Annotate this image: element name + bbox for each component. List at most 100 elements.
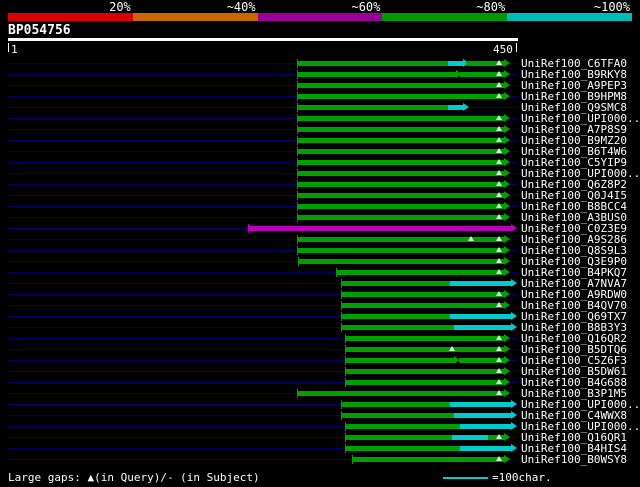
alignment-segment[interactable] (296, 182, 505, 187)
arrowhead-icon (511, 224, 518, 232)
alignment-segment[interactable] (345, 336, 505, 341)
alignment-segment[interactable] (296, 204, 505, 209)
alignment-segment[interactable] (296, 215, 505, 220)
arrowhead-icon (504, 158, 511, 166)
alignment-segment[interactable] (345, 347, 505, 352)
gap-marker-icon (495, 434, 502, 439)
alignment-segment[interactable] (447, 105, 464, 110)
alignment-segment[interactable] (296, 193, 505, 198)
arrowhead-icon (504, 290, 511, 298)
alignment-segment[interactable] (340, 281, 450, 286)
segment-start-tick (296, 103, 298, 112)
alignment-segment[interactable] (447, 61, 464, 66)
identity-scale-bar (8, 13, 632, 21)
alignment-segment[interactable] (460, 446, 512, 451)
gap-marker-icon (495, 137, 502, 142)
alignment-segment[interactable] (340, 314, 450, 319)
segment-start-tick (297, 257, 299, 266)
arrowhead-icon (511, 444, 518, 452)
identity-scale-segment (257, 13, 383, 21)
identity-scale-segment (507, 13, 632, 21)
segment-start-tick (296, 158, 298, 167)
ruler-tick-start (8, 43, 9, 52)
alignment-segment[interactable] (454, 325, 512, 330)
alignment-segment[interactable] (340, 292, 505, 297)
gap-marker-icon (495, 93, 502, 98)
segment-start-tick (296, 59, 298, 68)
segment-start-tick (296, 81, 298, 90)
alignment-segment[interactable] (340, 303, 505, 308)
ruler-end-label: 450 (493, 43, 513, 56)
segment-start-tick (296, 70, 298, 79)
gap-marker-icon (495, 291, 502, 296)
alignment-segment[interactable] (247, 226, 512, 231)
segment-start-tick (340, 400, 342, 409)
segment-start-tick (296, 202, 298, 211)
alignment-segment[interactable] (296, 171, 505, 176)
segment-start-tick (296, 92, 298, 101)
alignment-segment[interactable] (345, 435, 453, 440)
alignment-segment[interactable] (340, 402, 450, 407)
arrowhead-icon (504, 81, 511, 89)
alignment-segment[interactable] (345, 380, 505, 385)
gap-marker-icon (495, 71, 502, 76)
gap-legend-text: Large gaps: ▲(in Query)/- (in Subject) (8, 471, 260, 484)
gap-marker-icon (495, 170, 502, 175)
arrowhead-icon (504, 356, 511, 364)
arrowhead-icon (504, 367, 511, 375)
alignment-segment[interactable] (345, 424, 461, 429)
alignment-segment[interactable] (296, 61, 448, 66)
segment-start-tick (345, 444, 347, 453)
alignment-segment[interactable] (449, 314, 512, 319)
alignment-segment[interactable] (297, 259, 505, 264)
hit-label[interactable]: UniRef100_B0WSY8 (521, 454, 627, 465)
alignment-segment[interactable] (296, 248, 505, 253)
gap-marker-icon (495, 346, 502, 351)
gap-marker-icon (495, 181, 502, 186)
alignment-segment[interactable] (345, 358, 455, 363)
alignment-segment[interactable] (340, 325, 455, 330)
alignment-segment[interactable] (345, 446, 461, 451)
gap-marker-icon (495, 148, 502, 153)
segment-start-tick (296, 114, 298, 123)
gap-marker-icon (495, 203, 502, 208)
alignment-segment[interactable] (352, 457, 505, 462)
arrowhead-icon (504, 70, 511, 78)
alignment-segment[interactable] (296, 160, 505, 165)
alignment-segment[interactable] (452, 435, 489, 440)
alignment-segment[interactable] (460, 424, 512, 429)
segment-start-tick (247, 224, 249, 233)
alignment-segment[interactable] (449, 402, 512, 407)
arrowhead-icon (504, 213, 511, 221)
arrowhead-icon (504, 455, 511, 463)
alignment-segment[interactable] (449, 281, 512, 286)
segment-start-tick (296, 389, 298, 398)
arrowhead-icon (511, 279, 518, 287)
arrowhead-icon (511, 411, 518, 419)
alignment-segment[interactable] (296, 149, 505, 154)
alignment-segment[interactable] (296, 391, 505, 396)
alignment-segment[interactable] (296, 94, 505, 99)
gap-marker-icon (495, 247, 502, 252)
query-ruler (8, 38, 518, 41)
alignment-segment[interactable] (340, 413, 455, 418)
arrowhead-icon (504, 59, 511, 67)
gap-marker-icon (495, 368, 502, 373)
ruler-tick-end (516, 43, 517, 52)
gap-marker-icon (495, 335, 502, 340)
alignment-segment[interactable] (296, 138, 505, 143)
arrowhead-icon (504, 92, 511, 100)
alignment-segment[interactable] (296, 127, 505, 132)
alignment-segment[interactable] (296, 72, 456, 77)
alignment-segment[interactable] (345, 369, 505, 374)
alignment-segment[interactable] (336, 270, 505, 275)
gap-marker-icon (495, 456, 502, 461)
arrowhead-icon (504, 257, 511, 265)
alignment-segment[interactable] (296, 83, 505, 88)
gap-marker-icon (495, 379, 502, 384)
alignment-segment[interactable] (296, 116, 505, 121)
segment-start-tick (340, 279, 342, 288)
alignment-segment[interactable] (296, 105, 448, 110)
alignment-segment[interactable] (454, 413, 512, 418)
gap-marker-icon (449, 346, 456, 351)
